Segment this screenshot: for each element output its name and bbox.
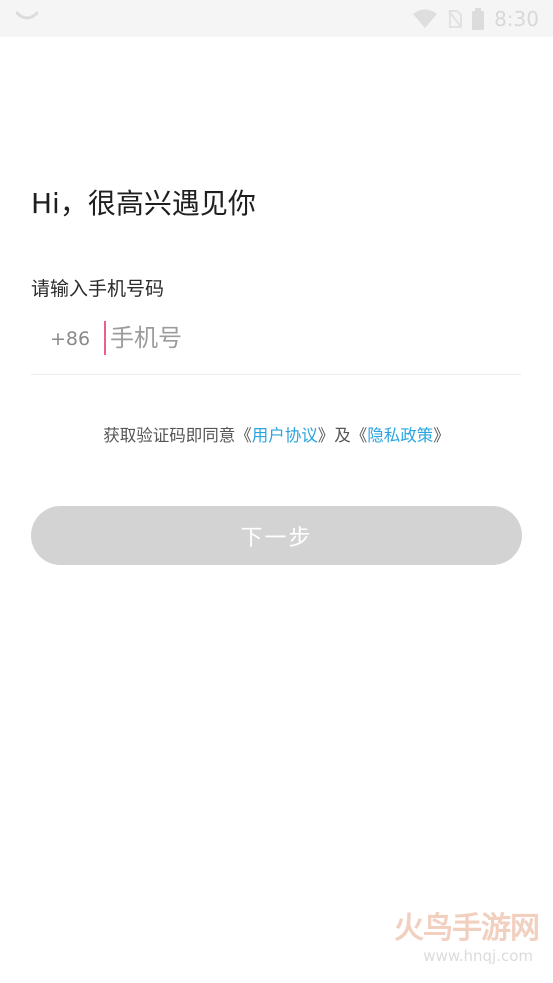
user-agreement-link[interactable]: 用户协议 (252, 426, 318, 445)
privacy-policy-link[interactable]: 隐私政策 (367, 426, 433, 445)
no-sim-icon (448, 10, 463, 28)
status-time: 8:30 (494, 7, 539, 31)
status-bar: 8:30 (0, 0, 553, 37)
agreement-text: 获取验证码即同意《用户协议》及《隐私政策》 (0, 424, 553, 448)
agreement-middle: 》及《 (317, 426, 368, 445)
phone-input-row: +86 (31, 316, 521, 375)
battery-icon (472, 8, 485, 30)
watermark-title: 火鸟手游网 (394, 911, 540, 946)
watermark-logo: 火鸟手游网 www.hnqj.com (369, 911, 540, 969)
input-divider (31, 374, 521, 375)
greeting-title: Hi，很高兴遇见你 (31, 187, 256, 220)
agreement-prefix: 获取验证码即同意《 (103, 426, 252, 445)
status-icons: 8:30 (412, 6, 539, 32)
wifi-icon (412, 9, 438, 29)
country-code-selector[interactable]: +86 (50, 326, 90, 352)
next-step-button[interactable]: 下一步 (31, 506, 522, 565)
phone-number-input[interactable] (104, 321, 510, 355)
watermark-url: www.hnqj.com (423, 947, 533, 965)
agreement-suffix: 》 (433, 426, 450, 445)
phone-label: 请输入手机号码 (31, 278, 165, 300)
notification-icon (16, 11, 38, 23)
